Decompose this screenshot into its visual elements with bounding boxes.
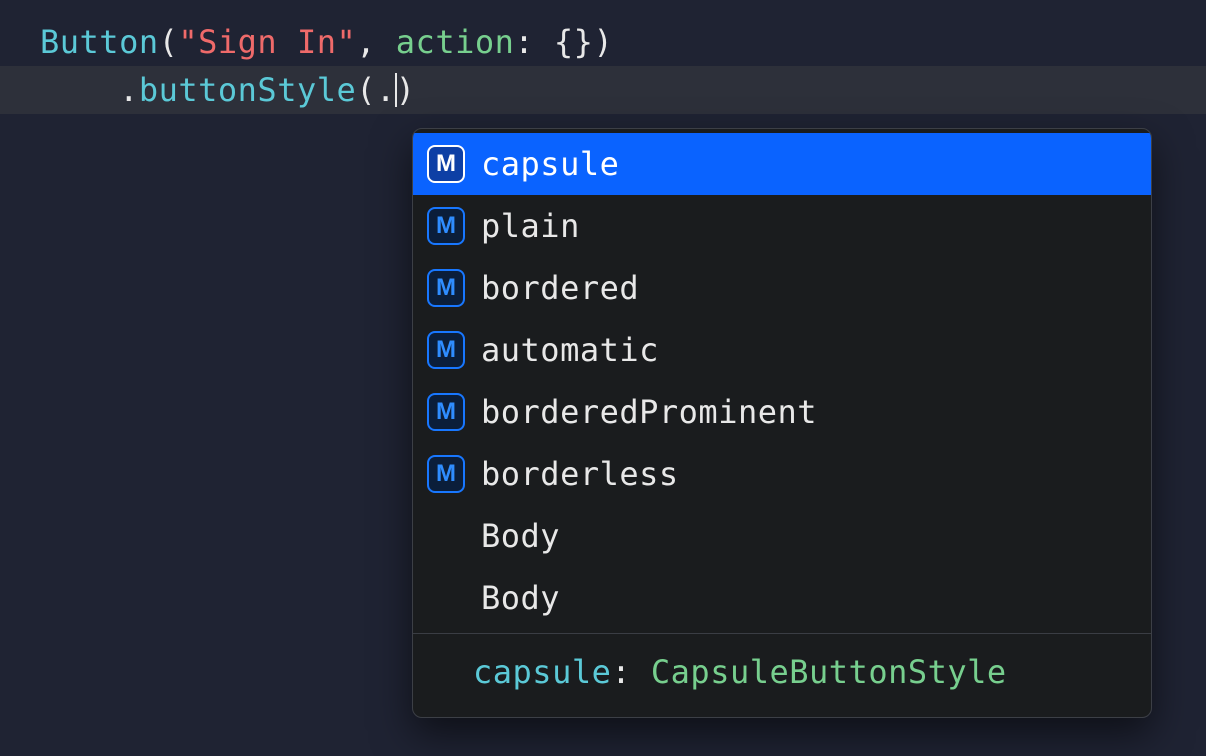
token-colon: : <box>514 20 554 65</box>
token-paren-close: ) <box>396 68 416 113</box>
autocomplete-item-label: plain <box>481 204 580 249</box>
type-icon-empty <box>427 579 465 617</box>
autocomplete-item-body[interactable]: Body <box>413 567 1151 629</box>
method-icon: M <box>427 393 465 431</box>
token-paren-close: ) <box>593 20 613 65</box>
code-line-1[interactable]: Button("Sign In", action: {}) <box>0 18 1206 66</box>
token-indent <box>40 68 119 113</box>
token-member-dot: . <box>376 68 396 113</box>
autocomplete-item-borderless[interactable]: M borderless <box>413 443 1151 505</box>
detail-name: capsule <box>473 653 611 691</box>
autocomplete-item-label: Body <box>481 576 560 621</box>
method-icon: M <box>427 145 465 183</box>
autocomplete-item-label: automatic <box>481 328 659 373</box>
token-paren-open: ( <box>356 68 376 113</box>
token-string: "Sign In" <box>178 20 356 65</box>
autocomplete-item-label: bordered <box>481 266 639 311</box>
method-icon: M <box>427 207 465 245</box>
autocomplete-item-body[interactable]: Body <box>413 505 1151 567</box>
autocomplete-list[interactable]: M capsule M plain M bordered M automatic… <box>413 129 1151 633</box>
method-icon: M <box>427 455 465 493</box>
autocomplete-item-label: borderedProminent <box>481 390 817 435</box>
detail-type: CapsuleButtonStyle <box>651 653 1007 691</box>
autocomplete-item-plain[interactable]: M plain <box>413 195 1151 257</box>
token-type: Button <box>40 20 159 65</box>
code-editor[interactable]: Button("Sign In", action: {}) .buttonSty… <box>0 0 1206 114</box>
autocomplete-item-automatic[interactable]: M automatic <box>413 319 1151 381</box>
method-icon: M <box>427 269 465 307</box>
method-icon: M <box>427 331 465 369</box>
token-paren-open: ( <box>159 20 179 65</box>
autocomplete-detail: capsule: CapsuleButtonStyle <box>413 633 1151 717</box>
token-braces: {} <box>554 20 594 65</box>
type-icon-empty <box>427 517 465 555</box>
autocomplete-item-label: borderless <box>481 452 679 497</box>
token-modifier: buttonStyle <box>139 68 356 113</box>
code-line-2-active[interactable]: .buttonStyle(.) <box>0 66 1206 114</box>
token-comma: , <box>356 20 396 65</box>
token-param-label: action <box>396 20 515 65</box>
autocomplete-popup[interactable]: M capsule M plain M bordered M automatic… <box>412 128 1152 718</box>
autocomplete-item-bordered[interactable]: M bordered <box>413 257 1151 319</box>
autocomplete-item-capsule[interactable]: M capsule <box>413 133 1151 195</box>
autocomplete-item-borderedprominent[interactable]: M borderedProminent <box>413 381 1151 443</box>
detail-colon: : <box>611 653 651 691</box>
autocomplete-item-label: Body <box>481 514 560 559</box>
autocomplete-item-label: capsule <box>481 142 619 187</box>
token-dot: . <box>119 68 139 113</box>
